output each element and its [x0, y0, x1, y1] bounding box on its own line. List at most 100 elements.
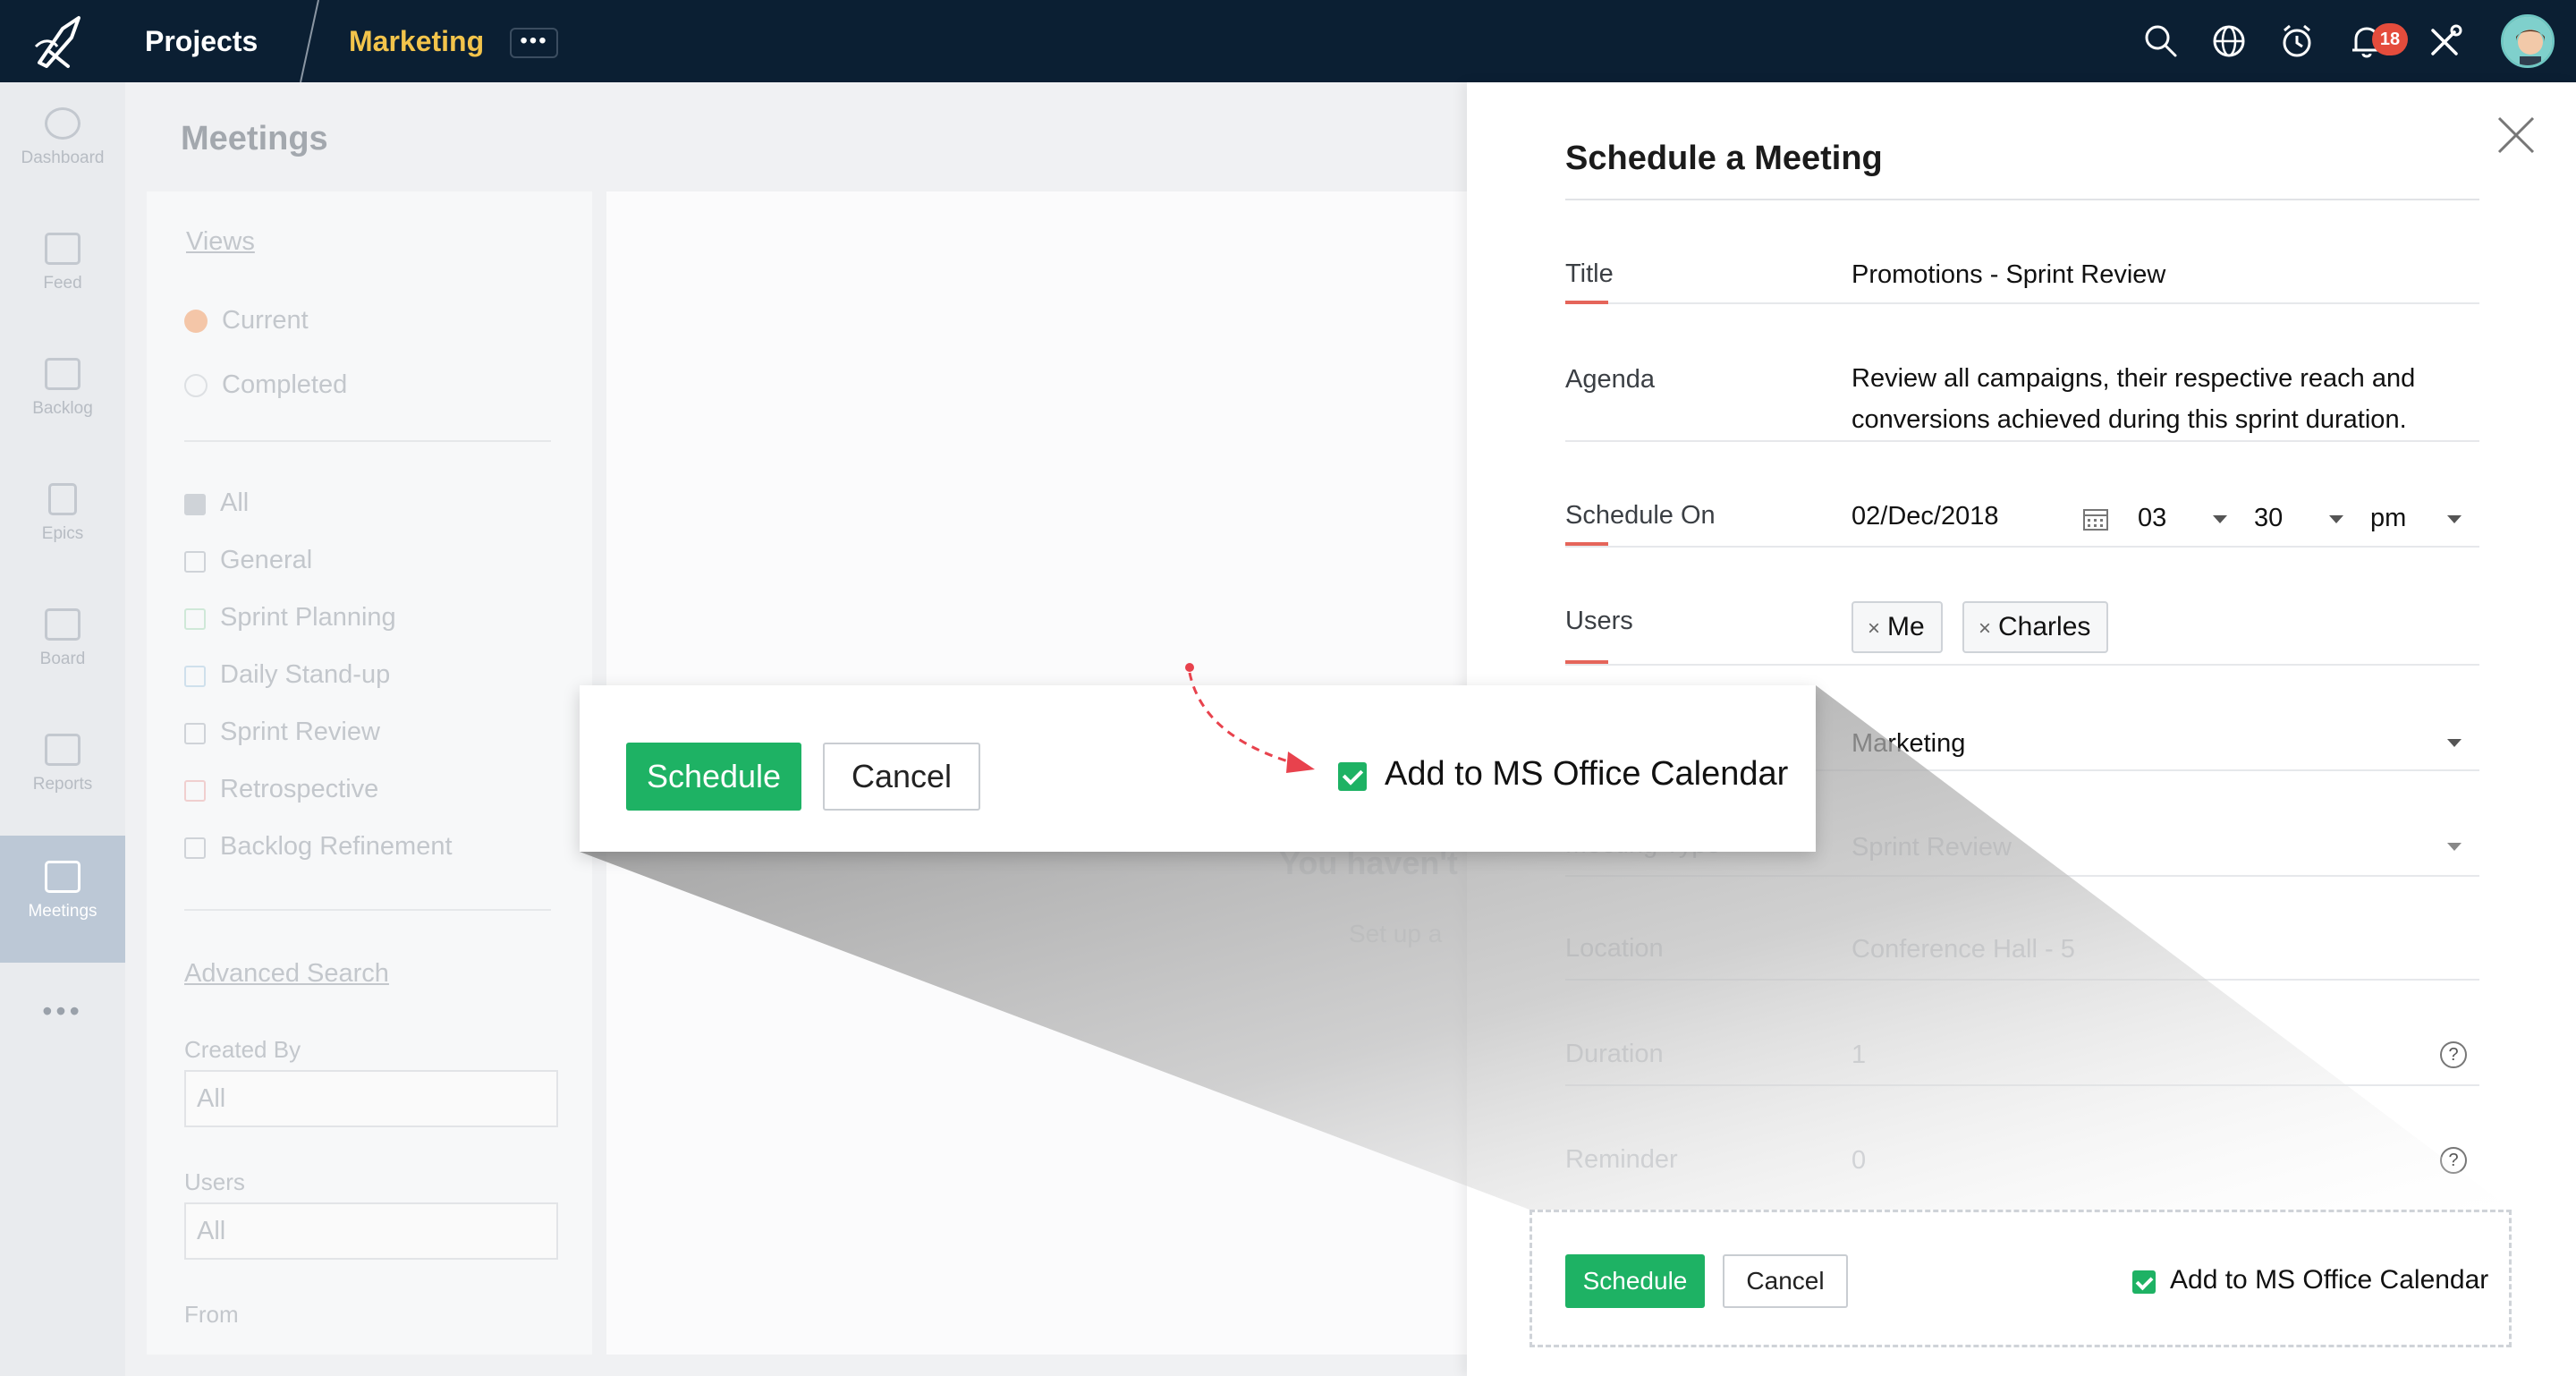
location-input[interactable]: Conference Hall - 5 [1852, 929, 2075, 970]
location-label: Location [1565, 934, 1664, 963]
app-logo-icon[interactable] [27, 11, 98, 73]
users-filter-select[interactable]: All [184, 1202, 558, 1260]
nav-item-backlog[interactable]: Backlog [0, 333, 125, 449]
nav-more-button[interactable]: ••• [0, 995, 125, 1028]
type-daily-standup-checkbox[interactable] [184, 666, 206, 687]
top-bar: Projects Marketing ••• 18 [0, 0, 2576, 82]
type-sprint-planning[interactable]: Sprint Planning [220, 603, 396, 633]
nav-label-epics: Epics [41, 524, 84, 543]
views-heading[interactable]: Views [186, 227, 255, 257]
view-completed[interactable]: Completed [222, 370, 347, 400]
ampm-select[interactable]: pm [2370, 497, 2406, 539]
user-avatar[interactable] [2501, 14, 2555, 68]
view-current[interactable]: Current [222, 306, 309, 336]
type-sprint-planning-checkbox[interactable] [184, 608, 206, 630]
nav-label-backlog: Backlog [32, 399, 93, 418]
reminder-label: Reminder [1565, 1145, 1678, 1174]
project-more-button[interactable]: ••• [510, 28, 558, 58]
breadcrumb-divider [300, 0, 319, 82]
current-radio-selected[interactable] [184, 310, 208, 333]
alarm-clock-icon[interactable] [2277, 21, 2317, 61]
feed-icon [45, 233, 80, 265]
type-backlog-refinement-checkbox[interactable] [184, 837, 206, 859]
nav-item-board[interactable]: Board [0, 583, 125, 700]
created-by-select[interactable]: All [184, 1070, 558, 1127]
type-general-checkbox[interactable] [184, 551, 206, 573]
type-sprint-review[interactable]: Sprint Review [220, 718, 380, 747]
project-select[interactable]: Marketing [1852, 723, 1965, 764]
page-title: Meetings [181, 120, 328, 157]
epics-icon [48, 483, 77, 515]
cancel-button[interactable]: Cancel [1723, 1254, 1848, 1308]
nav-item-dashboard[interactable]: Dashboard [0, 82, 125, 199]
hour-select[interactable]: 03 [2138, 497, 2166, 539]
project-chevron-down-icon[interactable] [2447, 739, 2462, 747]
remove-user-icon[interactable]: × [1868, 616, 1880, 641]
callout-ms-calendar-label[interactable]: Add to MS Office Calendar [1385, 755, 1788, 794]
created-by-value: All [197, 1084, 226, 1113]
dashboard-icon [45, 107, 80, 140]
type-sprint-review-checkbox[interactable] [184, 723, 206, 744]
meeting-type-chevron-down-icon[interactable] [2447, 843, 2462, 851]
agenda-line-2[interactable]: conversions achieved during this sprint … [1852, 399, 2407, 440]
project-name[interactable]: Marketing [349, 25, 484, 58]
minute-chevron-down-icon[interactable] [2329, 515, 2343, 523]
title-label: Title [1565, 259, 1614, 288]
ms-calendar-label[interactable]: Add to MS Office Calendar [2170, 1265, 2488, 1295]
types-divider [184, 909, 551, 911]
agenda-line-1[interactable]: Review all campaigns, their respective r… [1852, 358, 2415, 399]
callout-cancel-button[interactable]: Cancel [823, 743, 980, 811]
globe-icon[interactable] [2209, 21, 2249, 61]
schedule-button[interactable]: Schedule [1565, 1254, 1705, 1308]
nav-item-meetings[interactable]: Meetings [0, 836, 125, 963]
reminder-help-icon[interactable]: ? [2440, 1147, 2467, 1174]
nav-item-reports[interactable]: Reports [0, 709, 125, 825]
type-retrospective[interactable]: Retrospective [220, 775, 378, 804]
users-label: Users [1565, 607, 1633, 635]
completed-radio[interactable] [184, 374, 208, 397]
title-input[interactable]: Promotions - Sprint Review [1852, 254, 2165, 295]
callout-schedule-button[interactable]: Schedule [626, 743, 801, 811]
duration-label: Duration [1565, 1040, 1664, 1068]
type-daily-standup[interactable]: Daily Stand-up [220, 660, 390, 690]
search-icon[interactable] [2141, 21, 2181, 61]
hour-chevron-down-icon[interactable] [2213, 515, 2227, 523]
agenda-label: Agenda [1565, 365, 1655, 394]
ampm-chevron-down-icon[interactable] [2447, 515, 2462, 523]
callout-ms-calendar-checkbox[interactable] [1338, 762, 1367, 791]
duration-input[interactable]: 1 [1852, 1034, 1866, 1075]
tools-icon[interactable] [2426, 21, 2465, 61]
users-filter-value: All [197, 1217, 226, 1245]
reminder-input[interactable]: 0 [1852, 1140, 1866, 1181]
meeting-type-select[interactable]: Sprint Review [1852, 827, 2012, 868]
reports-icon [45, 734, 80, 766]
user-chip-label: Me [1887, 612, 1925, 641]
close-icon[interactable] [2496, 115, 2537, 156]
panel-title: Schedule a Meeting [1565, 140, 1883, 177]
type-general[interactable]: General [220, 546, 312, 575]
remove-user-icon[interactable]: × [1979, 616, 1991, 641]
date-input[interactable]: 02/Dec/2018 [1852, 496, 1998, 537]
duration-help-icon[interactable]: ? [2440, 1041, 2467, 1068]
agenda-underline [1565, 440, 2479, 442]
title-underline [1565, 302, 2479, 304]
type-backlog-refinement[interactable]: Backlog Refinement [220, 832, 453, 862]
meetings-icon [45, 861, 80, 893]
nav-item-feed[interactable]: Feed [0, 208, 125, 324]
user-chip-charles[interactable]: × Charles [1962, 601, 2109, 653]
minute-select[interactable]: 30 [2254, 497, 2283, 539]
notification-count-badge: 18 [2372, 23, 2408, 55]
projects-link[interactable]: Projects [145, 25, 258, 58]
ms-calendar-checkbox[interactable] [2132, 1270, 2156, 1294]
backlog-icon [45, 358, 80, 390]
nav-item-epics[interactable]: Epics [0, 458, 125, 574]
type-all[interactable]: All [220, 488, 249, 518]
callout-arrow-icon [1185, 663, 1315, 773]
type-all-checkbox[interactable] [184, 494, 206, 515]
calendar-icon[interactable] [2082, 506, 2109, 531]
user-chip-me[interactable]: × Me [1852, 601, 1943, 653]
advanced-search-link[interactable]: Advanced Search [184, 959, 389, 989]
nav-label-reports: Reports [32, 775, 93, 794]
users-underline [1565, 664, 2479, 666]
type-retrospective-checkbox[interactable] [184, 780, 206, 802]
